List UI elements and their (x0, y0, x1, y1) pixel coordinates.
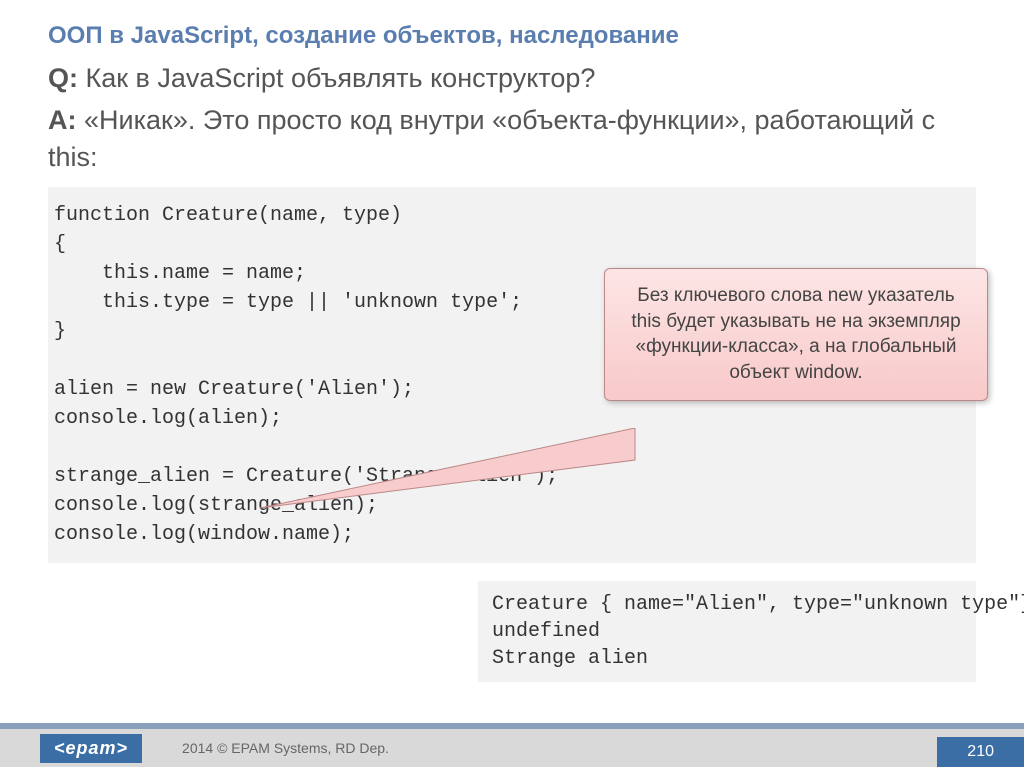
a-label: A: (48, 105, 77, 135)
callout-box: Без ключевого слова new указатель this б… (604, 268, 988, 401)
answer-line: A: «Никак». Это просто код внутри «объек… (48, 102, 976, 175)
a-text: «Никак». Это просто код внутри «объекта-… (48, 105, 935, 171)
page-number: 210 (937, 737, 1024, 767)
epam-logo: <epam> (40, 734, 142, 763)
slide-title: ООП в JavaScript, создание объектов, нас… (0, 0, 1024, 60)
output-block: Creature { name="Alien", type="unknown t… (478, 581, 976, 682)
q-text: Как в JavaScript объявлять конструктор? (78, 63, 595, 93)
copyright-text: 2014 © EPAM Systems, RD Dep. (182, 740, 389, 756)
footer-bar: <epam> 2014 © EPAM Systems, RD Dep. 210 (0, 723, 1024, 767)
question-line: Q: Как в JavaScript объявлять конструкто… (48, 60, 976, 96)
q-label: Q: (48, 63, 78, 93)
